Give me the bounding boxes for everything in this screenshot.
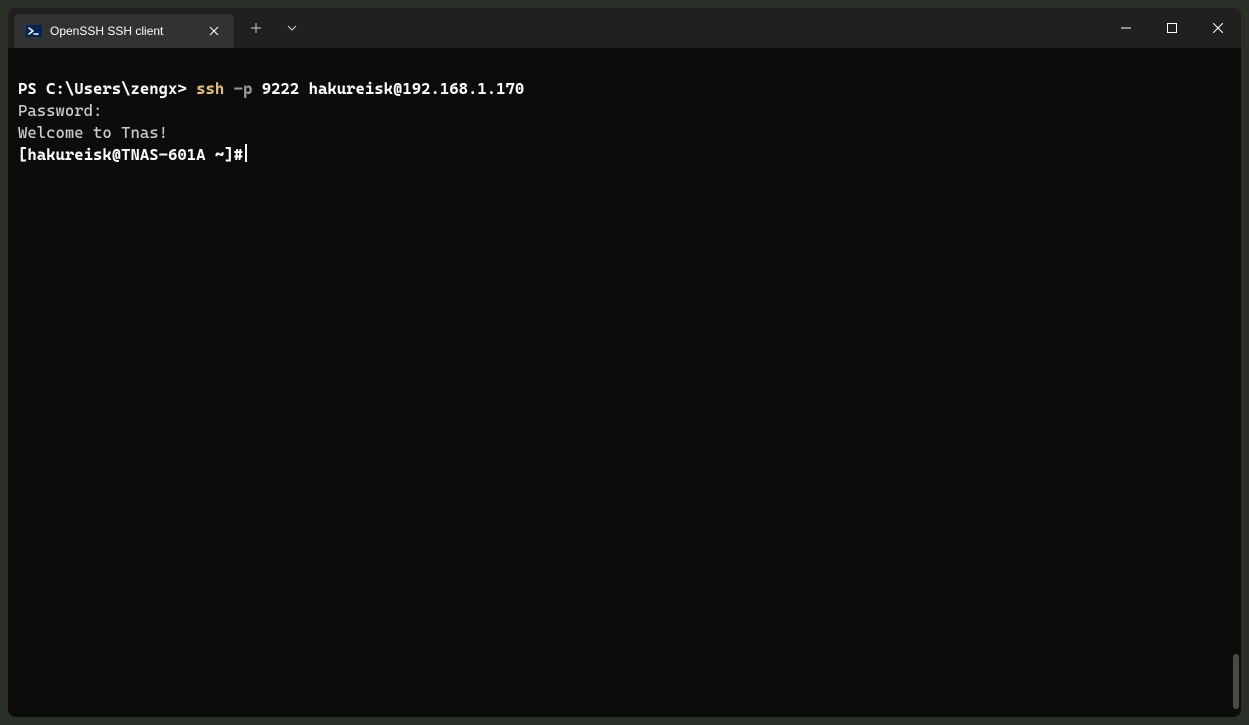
tab-dropdown-button[interactable] (274, 8, 310, 48)
ps-prompt: PS C:\Users\zengx> (18, 79, 196, 98)
new-tab-button[interactable] (238, 8, 274, 48)
minimize-icon (1121, 23, 1131, 33)
titlebar-drag-area[interactable] (310, 8, 1103, 48)
password-prompt: Password: (18, 101, 102, 120)
tab-actions (238, 8, 310, 48)
tab-title: OpenSSH SSH client (50, 24, 196, 38)
shell-prompt: [hakureisk@TNAS-601A ~]# (18, 145, 243, 164)
cmd-args: 9222 hakureisk@192.168.1.170 (252, 79, 524, 98)
tab-active[interactable]: OpenSSH SSH client (14, 14, 234, 48)
titlebar[interactable]: OpenSSH SSH client (8, 8, 1241, 48)
cursor (245, 144, 247, 162)
close-window-button[interactable] (1195, 8, 1241, 48)
cmd-ssh: ssh (196, 79, 224, 98)
chevron-down-icon (287, 23, 297, 33)
terminal-content[interactable]: PS C:\Users\zengx> ssh -p 9222 hakureisk… (8, 48, 1241, 717)
close-icon (209, 26, 219, 36)
scrollbar-thumb[interactable] (1233, 654, 1239, 709)
cmd-flag: -p (224, 79, 252, 98)
close-icon (1213, 23, 1223, 33)
terminal-window: OpenSSH SSH client (8, 8, 1241, 717)
welcome-message: Welcome to Tnas! (18, 123, 168, 142)
minimize-button[interactable] (1103, 8, 1149, 48)
maximize-icon (1167, 23, 1177, 33)
tab-close-button[interactable] (204, 21, 224, 41)
plus-icon (250, 22, 262, 34)
window-controls (1103, 8, 1241, 48)
powershell-icon (26, 23, 42, 39)
maximize-button[interactable] (1149, 8, 1195, 48)
